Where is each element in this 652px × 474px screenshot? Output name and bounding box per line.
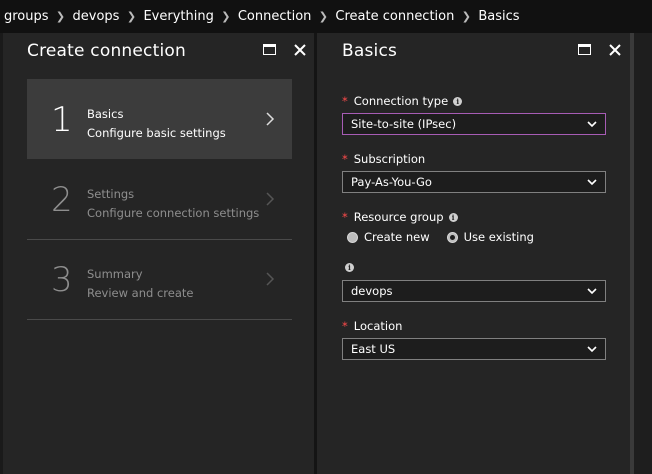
breadcrumb-basics[interactable]: Basics: [478, 9, 519, 24]
use-existing-radio[interactable]: Use existing: [446, 230, 534, 244]
breadcrumb-separator-icon: ❯: [221, 10, 231, 23]
required-marker: *: [342, 152, 348, 166]
breadcrumb-connection[interactable]: Connection: [238, 9, 312, 24]
step-number: 2: [51, 180, 73, 220]
radio-checked-icon: [446, 231, 458, 243]
info-icon[interactable]: i: [453, 96, 463, 106]
step-settings[interactable]: 2 Settings Configure connection settings: [27, 159, 292, 239]
step-title: Basics: [87, 107, 124, 121]
resource-group-label: * Resource group i: [342, 210, 458, 224]
chevron-down-icon: [587, 288, 597, 295]
radio-unchecked-icon: [347, 231, 358, 243]
resource-group-select[interactable]: devops: [342, 280, 606, 302]
info-icon[interactable]: i: [345, 263, 354, 272]
breadcrumb-separator-icon: ❯: [126, 10, 137, 23]
maximize-button[interactable]: [262, 42, 278, 58]
step-number: 1: [51, 100, 73, 140]
connection-type-value: Site-to-site (IPsec): [351, 117, 457, 131]
blade-title: Basics: [342, 41, 398, 61]
location-label-text: Location: [353, 319, 403, 333]
step-title: Settings: [87, 187, 135, 201]
connection-type-label-text: Connection type: [353, 94, 449, 108]
subscription-label-text: Subscription: [353, 152, 426, 166]
create-new-radio[interactable]: Create new: [347, 230, 430, 244]
connection-type-select[interactable]: Site-to-site (IPsec): [342, 113, 606, 135]
required-marker: *: [342, 319, 348, 333]
info-icon[interactable]: i: [448, 212, 458, 222]
chevron-down-icon: [587, 346, 597, 353]
resource-group-radio-group: Create new Use existing: [347, 230, 534, 244]
step-subtitle: Review and create: [87, 286, 194, 300]
step-title: Summary: [87, 267, 143, 281]
breadcrumb-create-connection[interactable]: Create connection: [335, 9, 454, 24]
maximize-button[interactable]: [577, 42, 593, 58]
chevron-right-icon: [266, 192, 275, 206]
subscription-value: Pay-As-You-Go: [351, 175, 432, 189]
close-button[interactable]: [607, 42, 623, 58]
required-marker: *: [342, 94, 348, 108]
subscription-label: * Subscription: [342, 152, 425, 166]
breadcrumb-separator-icon: ❯: [461, 10, 471, 23]
maximize-icon: [578, 44, 591, 55]
step-subtitle: Configure connection settings: [87, 206, 260, 220]
chevron-right-icon: [266, 272, 275, 286]
breadcrumb-resource-groups[interactable]: groups: [4, 9, 49, 24]
chevron-down-icon: [587, 121, 597, 128]
basics-blade: Basics * Connection type i Site-to-site …: [317, 33, 630, 474]
step-number: 3: [51, 260, 73, 300]
location-select[interactable]: East US: [342, 338, 606, 360]
step-divider: [27, 319, 292, 320]
connection-type-label: * Connection type i: [342, 94, 463, 108]
create-new-label: Create new: [364, 230, 430, 244]
close-icon: [609, 44, 621, 56]
step-subtitle: Configure basic settings: [87, 126, 226, 140]
close-icon: [294, 44, 306, 56]
blade-title: Create connection: [27, 41, 186, 61]
breadcrumb-separator-icon: ❯: [318, 10, 329, 23]
breadcrumb-everything[interactable]: Everything: [143, 9, 213, 24]
resource-group-info: i: [342, 263, 354, 272]
chevron-right-icon: [266, 112, 275, 126]
use-existing-label: Use existing: [463, 230, 534, 244]
scrollbar[interactable]: [630, 33, 634, 474]
step-basics[interactable]: 1 Basics Configure basic settings: [27, 79, 292, 159]
breadcrumb-separator-icon: ❯: [55, 10, 66, 23]
required-marker: *: [342, 210, 348, 224]
resource-group-value: devops: [351, 284, 393, 298]
breadcrumb-devops[interactable]: devops: [73, 9, 120, 24]
location-value: East US: [351, 342, 396, 356]
subscription-select[interactable]: Pay-As-You-Go: [342, 171, 606, 193]
breadcrumb: groups ❯ devops ❯ Everything ❯ Connectio…: [0, 0, 652, 33]
step-summary[interactable]: 3 Summary Review and create: [27, 239, 292, 319]
chevron-down-icon: [587, 179, 597, 186]
create-connection-blade: Create connection 1 Basics Configure bas…: [3, 33, 314, 474]
location-label: * Location: [342, 319, 402, 333]
maximize-icon: [263, 44, 276, 55]
resource-group-label-text: Resource group: [353, 210, 444, 224]
close-button[interactable]: [292, 42, 308, 58]
